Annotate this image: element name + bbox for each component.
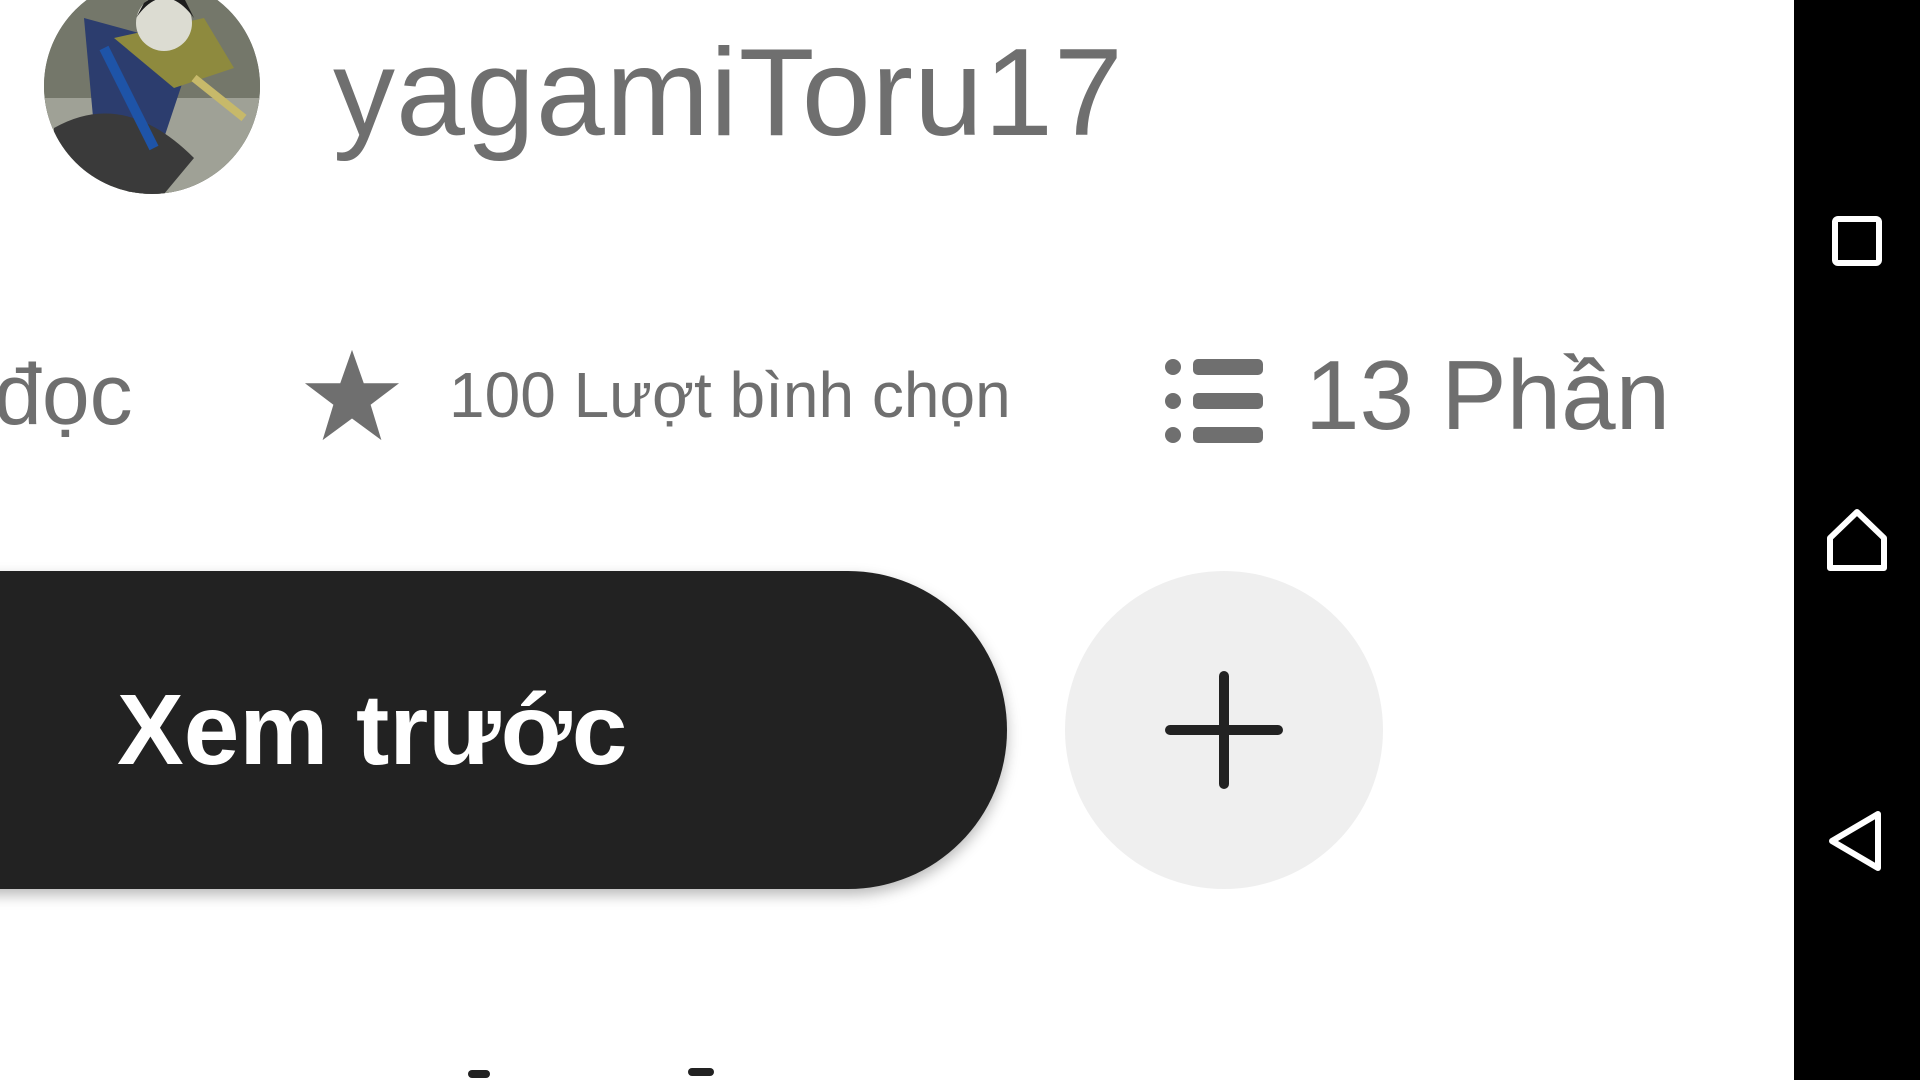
votes-stat: 100 Lượt bình chọn bbox=[303, 340, 1011, 450]
parts-label: 13 Phần bbox=[1305, 339, 1671, 450]
home-icon bbox=[1827, 509, 1887, 571]
plus-icon bbox=[1165, 671, 1283, 789]
author-avatar[interactable] bbox=[44, 0, 260, 194]
cut-off-text bbox=[0, 1064, 1794, 1080]
author-name[interactable]: yagamiToru17 bbox=[333, 18, 1124, 168]
star-icon bbox=[303, 346, 401, 444]
recent-apps-icon bbox=[1832, 216, 1882, 266]
system-navigation-bar bbox=[1794, 0, 1920, 1080]
story-details-screen: yagamiToru17 đọc 100 Lượt bình chọn 13 P… bbox=[0, 0, 1794, 1080]
preview-read-label: Xem trước bbox=[117, 673, 628, 786]
recent-apps-button[interactable] bbox=[1822, 206, 1892, 276]
list-icon bbox=[1165, 353, 1263, 443]
add-to-library-button[interactable] bbox=[1065, 571, 1383, 889]
back-icon bbox=[1829, 811, 1881, 871]
avatar-image bbox=[44, 0, 260, 194]
reads-stat: đọc bbox=[0, 340, 133, 450]
back-button[interactable] bbox=[1822, 806, 1892, 876]
preview-read-button[interactable]: Xem trước bbox=[0, 571, 1007, 889]
votes-label: 100 Lượt bình chọn bbox=[449, 359, 1011, 431]
home-button[interactable] bbox=[1822, 506, 1892, 576]
reads-label: đọc bbox=[0, 346, 133, 443]
parts-stat[interactable]: 13 Phần bbox=[1165, 340, 1670, 450]
